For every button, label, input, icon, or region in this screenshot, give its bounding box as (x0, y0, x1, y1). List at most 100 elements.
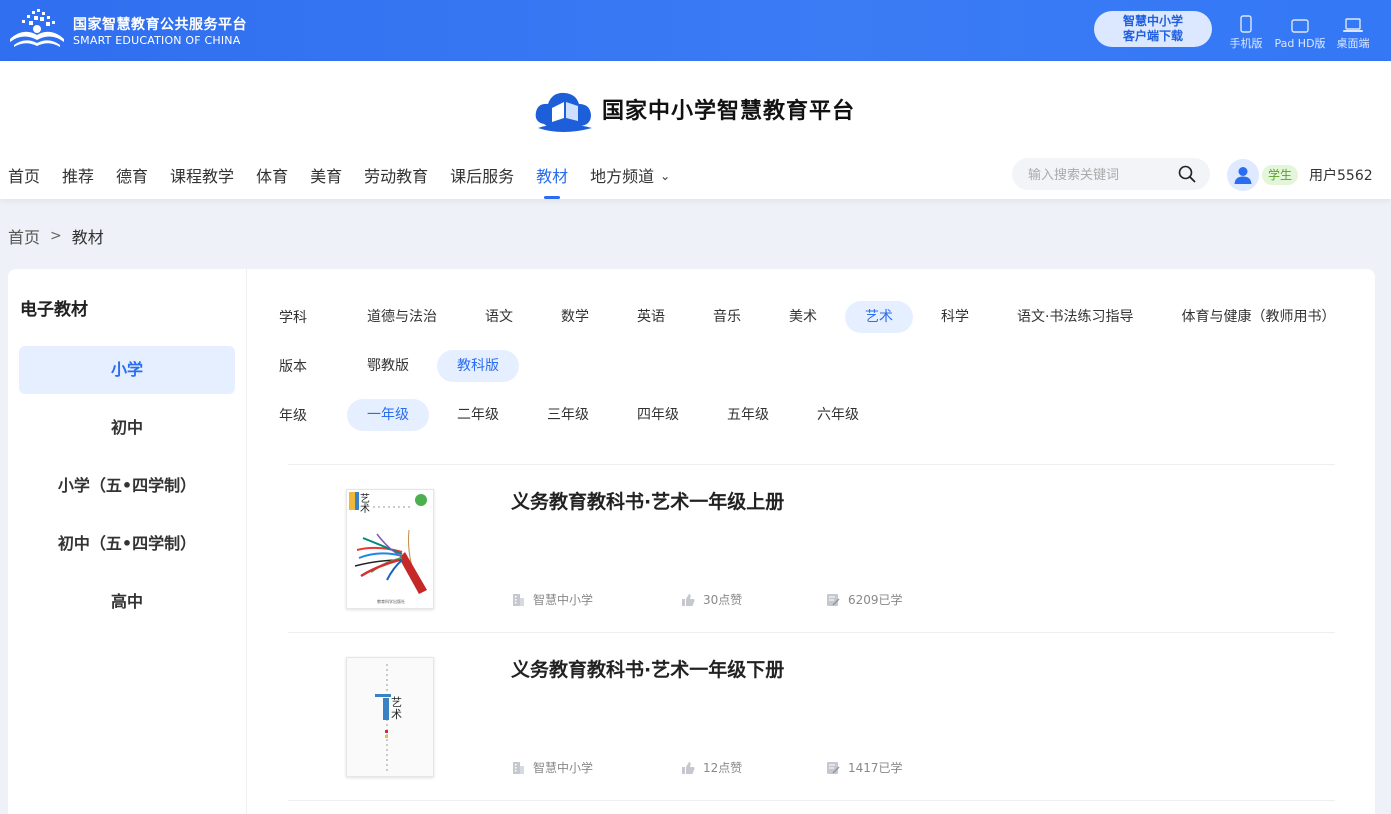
avatar[interactable] (1227, 159, 1259, 191)
list-divider (288, 800, 1335, 801)
brand-title: 国家中小学智慧教育平台 (602, 98, 856, 124)
main-header: 国家中小学智慧教育平台 首页 推荐 德育 课程教学 体育 美育 劳动教育 课后服… (0, 61, 1391, 199)
nav-after-school[interactable]: 课后服务 (450, 163, 514, 199)
sidebar-item-primary[interactable]: 小学 (19, 346, 235, 394)
book-likes: 30点赞 (681, 591, 742, 608)
username[interactable]: 用户5562 (1309, 165, 1373, 185)
subject-chip[interactable]: 美术 (769, 301, 837, 333)
thumbs-up-icon (682, 761, 695, 774)
grade-chip[interactable]: 四年级 (617, 399, 699, 431)
grade-chip[interactable]: 六年级 (797, 399, 879, 431)
desktop-version-label: 桌面端 (1336, 37, 1370, 50)
building-icon (513, 761, 524, 774)
grade-chip-active[interactable]: 一年级 (347, 399, 429, 431)
art-cover-illustration-icon: 艺 术 教育科学出版社 (347, 490, 433, 608)
subject-chip[interactable]: 科学 (921, 301, 989, 333)
book-cover-image[interactable]: 艺 术 教育科学出版社 (346, 489, 434, 609)
sidebar-title: 电子教材 (20, 300, 88, 320)
nav-local-channel-label: 地方频道 (590, 167, 655, 186)
grade-chip[interactable]: 二年级 (437, 399, 519, 431)
book-cover-image[interactable]: 艺 术 (346, 657, 434, 777)
search-icon[interactable] (1178, 165, 1196, 183)
edition-chip-active[interactable]: 教科版 (437, 350, 519, 382)
subject-filter-row: 学科 道德与法治 语文 数学 英语 音乐 美术 艺术 科学 语文·书法练习指导 … (279, 301, 1363, 333)
subject-chip-active[interactable]: 艺术 (845, 301, 913, 333)
nav-moral[interactable]: 德育 (116, 163, 148, 199)
download-line-1: 智慧中小学 (1122, 14, 1183, 28)
nav-sports[interactable]: 体育 (256, 163, 288, 199)
book-item[interactable]: 艺 术 教育科学出版社 义务教育教科书·艺术一年级上册 智慧中小学 30点赞 6… (288, 465, 1335, 633)
user-icon (1234, 167, 1252, 184)
subject-chip[interactable]: 语文·书法练习指导 (997, 301, 1153, 333)
platform-title[interactable]: 国家智慧教育公共服务平台 (73, 14, 247, 34)
art-cover-illustration-icon: 艺 术 (347, 658, 433, 776)
likes-text: 30点赞 (703, 593, 743, 607)
learned-text: 1417已学 (848, 761, 903, 775)
book-item[interactable]: 艺 术 义务教育教科书·艺术一年级下册 智慧中小学 12点赞 1417已学 (288, 633, 1335, 801)
study-record-icon (827, 593, 840, 606)
likes-text: 12点赞 (703, 761, 743, 775)
breadcrumb-current: 教材 (71, 228, 104, 247)
sidebar-item-senior[interactable]: 高中 (19, 578, 235, 626)
nav-local-channel[interactable]: 地方频道 ⌄ (590, 163, 670, 199)
stage-sidebar: 电子教材 小学 初中 小学（五•四学制） 初中（五•四学制） 高中 (8, 269, 247, 814)
content-card: 电子教材 小学 初中 小学（五•四学制） 初中（五•四学制） 高中 学科 道德与… (8, 269, 1375, 814)
grade-chip[interactable]: 五年级 (707, 399, 789, 431)
subject-chip[interactable]: 英语 (617, 301, 685, 333)
tablet-icon (1291, 19, 1309, 33)
building-icon (513, 593, 524, 606)
pad-version-label: Pad HD版 (1274, 37, 1326, 50)
learned-text: 6209已学 (848, 593, 903, 607)
edition-filter-row: 版本 鄂教版 教科版 (279, 350, 527, 382)
book-likes: 12点赞 (681, 759, 742, 776)
main-nav: 首页 推荐 德育 课程教学 体育 美育 劳动教育 课后服务 教材 地方频道 ⌄ (8, 163, 692, 199)
role-badge: 学生 (1262, 165, 1299, 185)
nav-recommend[interactable]: 推荐 (62, 163, 94, 199)
nav-courses[interactable]: 课程教学 (170, 163, 234, 199)
breadcrumb-home[interactable]: 首页 (8, 224, 40, 248)
publisher-text: 智慧中小学 (533, 761, 594, 775)
breadcrumb: 首页 > 教材 (8, 224, 104, 248)
sidebar-item-junior-54[interactable]: 初中（五•四学制） (19, 520, 235, 568)
mobile-version-link[interactable]: 手机版 (1228, 11, 1264, 51)
search-input[interactable] (1028, 164, 1168, 184)
subject-chip[interactable]: 数学 (541, 301, 609, 333)
client-download-button[interactable]: 智慧中小学 客户端下载 (1094, 11, 1212, 47)
subject-chip[interactable]: 语文 (465, 301, 533, 333)
cloud-book-logo-icon (535, 92, 592, 132)
thumbs-up-icon (682, 593, 695, 606)
desktop-version-link[interactable]: 桌面端 (1333, 11, 1373, 51)
brand[interactable]: 国家中小学智慧教育平台 (532, 84, 855, 134)
book-title[interactable]: 义务教育教科书·艺术一年级上册 (511, 487, 784, 514)
download-line-2: 客户端下载 (1122, 29, 1183, 43)
edition-label: 版本 (279, 359, 307, 375)
grade-chip[interactable]: 三年级 (527, 399, 609, 431)
nav-arts[interactable]: 美育 (310, 163, 342, 199)
svg-text:术: 术 (360, 503, 370, 515)
sidebar-item-primary-54[interactable]: 小学（五•四学制） (19, 462, 235, 510)
pad-version-link[interactable]: Pad HD版 (1271, 11, 1329, 51)
subject-chip[interactable]: 音乐 (693, 301, 761, 333)
book-publisher: 智慧中小学 (511, 591, 593, 608)
svg-text:术: 术 (391, 708, 402, 721)
grade-label: 年级 (279, 408, 307, 424)
smart-education-logo-icon[interactable] (8, 9, 66, 49)
phone-icon (1240, 15, 1252, 33)
nav-labor[interactable]: 劳动教育 (364, 163, 428, 199)
book-learned: 1417已学 (826, 759, 903, 776)
grade-filter-row: 年级 一年级 二年级 三年级 四年级 五年级 六年级 (279, 399, 887, 431)
nav-textbooks[interactable]: 教材 (536, 163, 568, 199)
edition-chip[interactable]: 鄂教版 (347, 350, 429, 382)
subject-chip[interactable]: 道德与法治 (347, 301, 457, 333)
book-title[interactable]: 义务教育教科书·艺术一年级下册 (511, 655, 784, 682)
subject-label: 学科 (279, 310, 307, 326)
book-publisher: 智慧中小学 (511, 759, 593, 776)
sidebar-item-junior[interactable]: 初中 (19, 404, 235, 452)
book-learned: 6209已学 (826, 591, 903, 608)
search-box (1012, 158, 1210, 190)
subject-chip[interactable]: 体育与健康（教师用书） (1161, 301, 1355, 333)
nav-home[interactable]: 首页 (8, 163, 40, 199)
top-bar: 国家智慧教育公共服务平台 SMART EDUCATION OF CHINA 智慧… (0, 0, 1391, 61)
mobile-version-label: 手机版 (1229, 37, 1263, 50)
platform-title-en: SMART EDUCATION OF CHINA (73, 34, 241, 47)
